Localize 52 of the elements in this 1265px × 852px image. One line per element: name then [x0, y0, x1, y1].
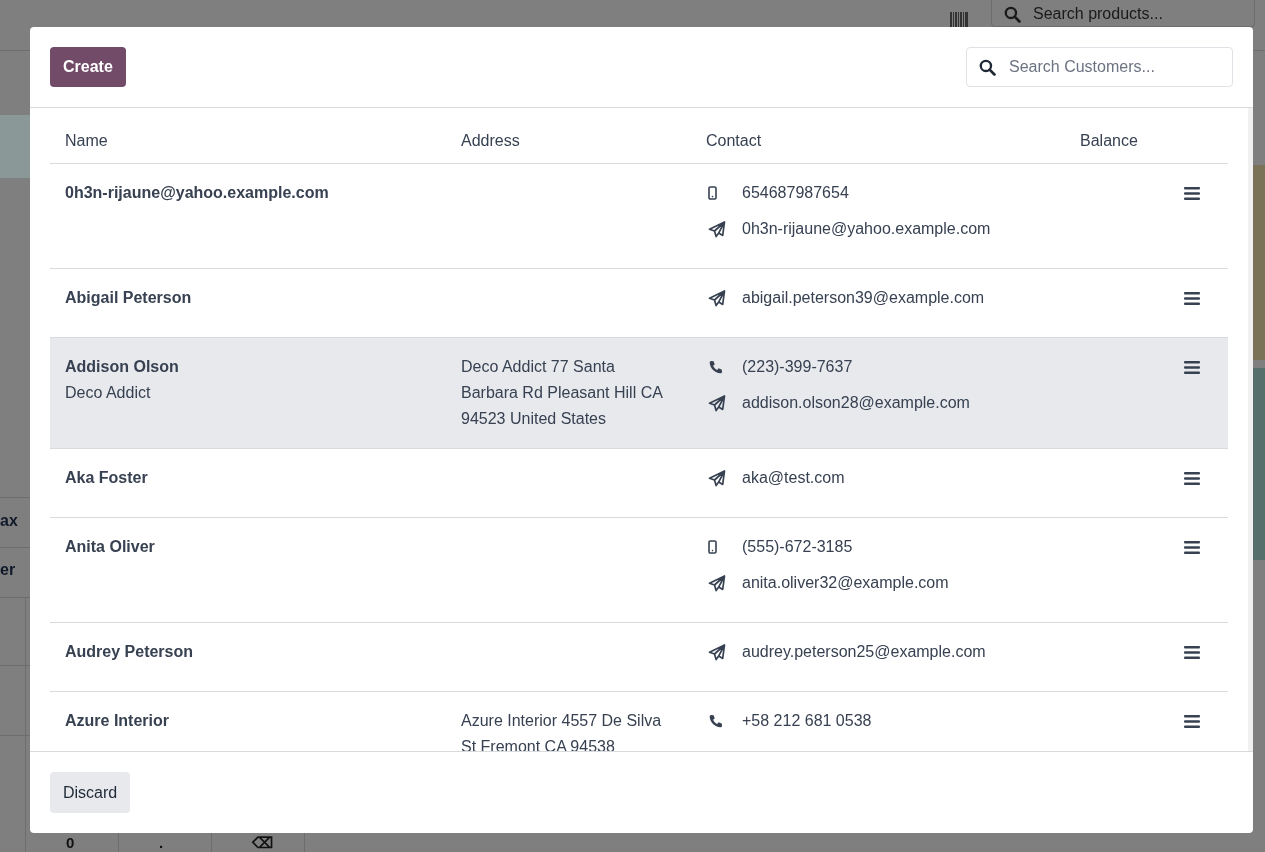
menu-icon[interactable]: [1184, 187, 1200, 200]
column-header: Name: [50, 108, 446, 164]
phone-number: (555)-672-3185: [742, 537, 853, 557]
keypad-key[interactable]: .: [159, 835, 164, 850]
paper-plane-icon: [708, 643, 726, 661]
create-button[interactable]: Create: [50, 47, 126, 87]
email-text: audrey.peterson25@example.com: [742, 642, 986, 662]
paper-plane-icon: [708, 469, 726, 487]
search-icon: [979, 59, 996, 76]
customer-name[interactable]: 0h3n-rijaune@yahoo.example.com: [65, 180, 431, 206]
email-text: aka@test.com: [742, 468, 845, 488]
menu-icon[interactable]: [1184, 292, 1200, 305]
column-header: Balance: [1065, 108, 1228, 164]
paper-plane-icon: [708, 289, 726, 307]
customer-name[interactable]: Aka Foster: [65, 465, 431, 491]
product-tile[interactable]: [1253, 165, 1265, 360]
email-text: abigail.peterson39@example.com: [742, 288, 985, 308]
phone-number: 654687987654: [742, 183, 849, 203]
phone-icon: [708, 359, 723, 375]
label-text: ax: [0, 512, 18, 530]
email-text: anita.oliver32@example.com: [742, 573, 949, 593]
column-header: Address: [446, 108, 691, 164]
customer-name[interactable]: Anita Oliver: [65, 534, 431, 560]
phone-icon: [708, 713, 723, 729]
menu-icon[interactable]: [1184, 541, 1200, 554]
menu-icon[interactable]: [1184, 472, 1200, 485]
mobile-phone-icon: [708, 540, 717, 554]
phone-number: +58 212 681 0538: [742, 711, 872, 731]
address-text: Deco Addict 77 Santa Barbara Rd Pleasant Hill CA 94523 United States: [461, 357, 664, 429]
menu-icon[interactable]: [1184, 715, 1200, 728]
customer-name[interactable]: Abigail Peterson: [65, 285, 431, 311]
search-icon: [1004, 5, 1021, 23]
menu-icon[interactable]: [1184, 361, 1200, 374]
product-tile[interactable]: [1253, 368, 1265, 560]
menu-icon[interactable]: [1184, 646, 1200, 659]
column-header: Contact: [691, 108, 1065, 164]
paper-plane-icon: [708, 574, 726, 592]
search-field[interactable]: Search Customers...: [966, 47, 1233, 87]
company-name: Deco Addict: [65, 383, 152, 403]
paper-plane-icon: [708, 220, 726, 238]
paper-plane-icon: [708, 394, 726, 412]
keypad-key[interactable]: 0: [66, 835, 75, 850]
phone-number: (223)-399-7637: [742, 357, 853, 377]
customer-name[interactable]: Audrey Peterson: [65, 639, 431, 665]
mobile-phone-icon: [708, 186, 717, 200]
discard-button[interactable]: Discard: [50, 772, 131, 813]
email-text: 0h3n-rijaune@yahoo.example.com: [742, 219, 991, 239]
keypad-key[interactable]: ⌫: [252, 835, 273, 850]
label-text: er: [0, 561, 16, 579]
customer-name[interactable]: Azure Interior: [65, 708, 431, 734]
customer-name[interactable]: Addison Olson: [65, 354, 431, 380]
email-text: addison.olson28@example.com: [742, 393, 970, 413]
